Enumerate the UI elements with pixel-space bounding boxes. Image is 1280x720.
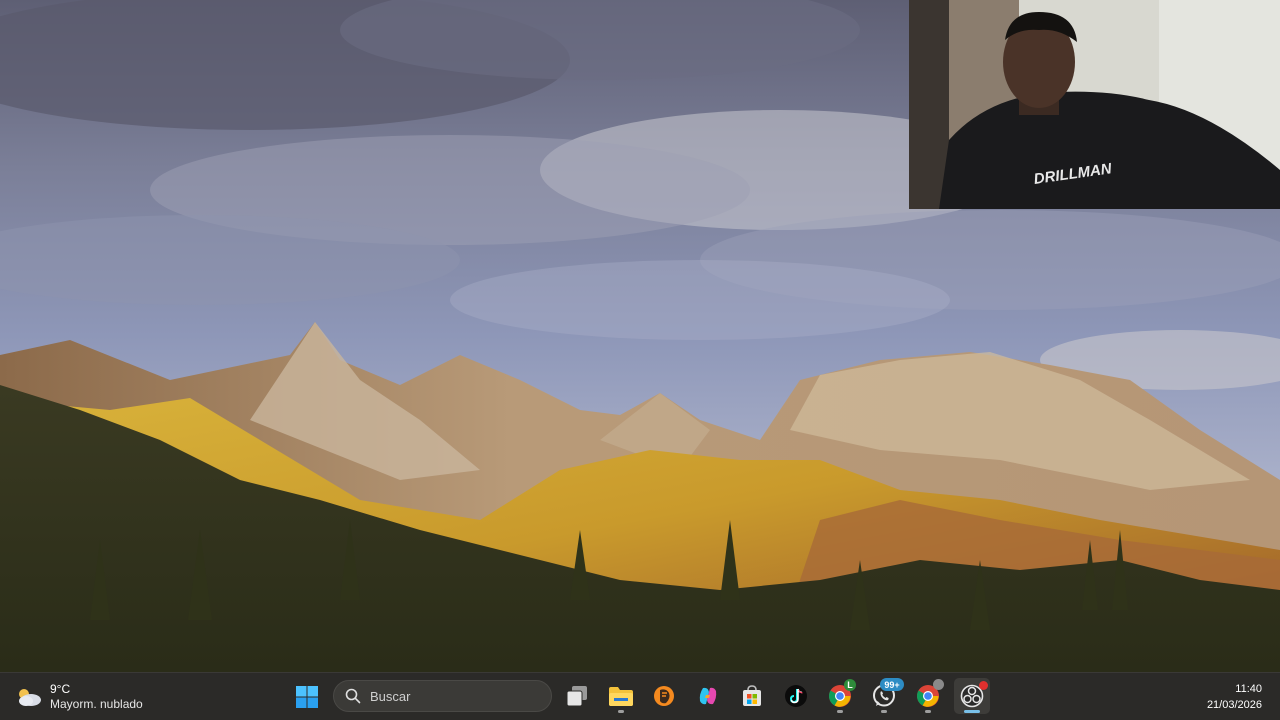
search-icon xyxy=(345,688,361,704)
tiktok-button[interactable] xyxy=(778,678,814,714)
weather-widget[interactable]: 9°C Mayorm. nublado xyxy=(14,679,143,715)
copilot-button[interactable] xyxy=(690,678,726,714)
running-indicator xyxy=(925,710,931,713)
task-view-icon xyxy=(566,686,587,707)
file-explorer-button[interactable] xyxy=(603,678,639,714)
copilot-icon xyxy=(699,687,717,705)
folder-icon xyxy=(609,687,633,706)
running-indicator xyxy=(618,710,624,713)
system-clock[interactable]: 11:40 21/03/2026 xyxy=(1207,681,1262,713)
obs-studio-button[interactable] xyxy=(954,678,990,714)
taskbar-search[interactable]: Buscar xyxy=(333,680,552,712)
weather-temperature: 9°C xyxy=(50,682,71,696)
search-placeholder: Buscar xyxy=(370,688,411,704)
active-indicator xyxy=(964,710,980,713)
chrome-profile-button[interactable] xyxy=(910,678,946,714)
running-indicator xyxy=(881,710,887,713)
clock-time: 11:40 xyxy=(1235,683,1262,695)
fl-studio-button[interactable] xyxy=(646,678,682,714)
whatsapp-button[interactable]: 99+ xyxy=(866,678,904,714)
whatsapp-unread-badge: 99+ xyxy=(880,678,904,691)
store-icon xyxy=(743,685,761,706)
cloud-sun-icon xyxy=(19,689,41,706)
taskbar: 9°C Mayorm. nublado xyxy=(0,672,1280,720)
chrome-profile-avatar xyxy=(933,679,944,690)
chrome-button[interactable]: L xyxy=(822,678,858,714)
chrome-profile-badge: L xyxy=(844,679,856,691)
task-view-button[interactable] xyxy=(559,678,595,714)
running-indicator xyxy=(837,710,843,713)
microsoft-store-button[interactable] xyxy=(734,678,770,714)
weather-condition: Mayorm. nublado xyxy=(50,697,143,711)
recording-indicator xyxy=(979,681,988,690)
tiktok-icon xyxy=(785,685,807,707)
webcam-overlay: DRILLMAN xyxy=(909,0,1280,209)
fl-studio-icon xyxy=(654,686,674,706)
windows-start-icon xyxy=(296,686,318,708)
start-button[interactable] xyxy=(289,679,325,715)
clock-date: 21/03/2026 xyxy=(1206,699,1262,711)
